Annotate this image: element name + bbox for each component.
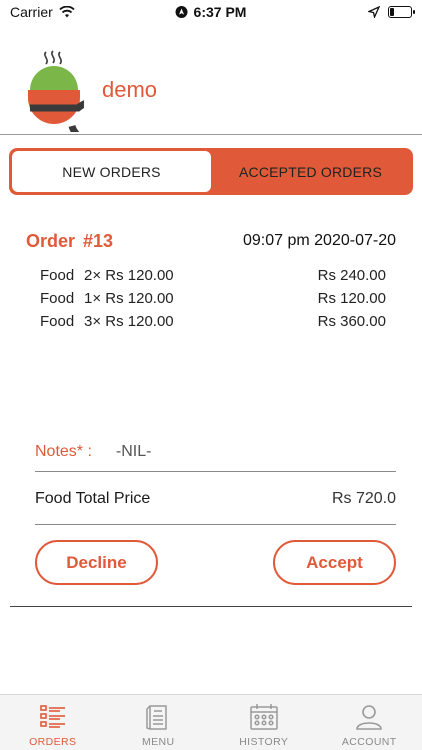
battery-fill	[390, 8, 395, 16]
notes-divider	[35, 471, 396, 472]
user-account-icon	[356, 705, 383, 730]
status-bar: Carrier 6:37 PM	[0, 0, 422, 24]
carrier-label: Carrier	[10, 4, 53, 20]
status-left: Carrier	[10, 4, 75, 20]
total-row: Food Total Price Rs 720.0	[35, 490, 396, 508]
notes-value: -NIL-	[115, 443, 152, 460]
order-number: #13	[83, 231, 114, 251]
battery-icon	[388, 6, 415, 18]
total-divider	[35, 524, 396, 525]
brand-name: demo	[102, 77, 158, 102]
calendar-history-icon	[250, 704, 278, 730]
item-name: Food	[40, 290, 75, 307]
tab-label: HISTORY	[239, 736, 289, 748]
orders-segmented-control: NEW ORDERS ACCEPTED ORDERS	[9, 148, 413, 195]
item-total: Rs 360.00	[317, 313, 386, 330]
item-qty-price: 2× Rs 120.00	[84, 267, 174, 284]
lock-rotation-icon	[175, 6, 188, 18]
location-arrow-icon	[368, 6, 380, 18]
order-datetime: 09:07 pm 2020-07-20	[243, 232, 396, 249]
tab-label: ORDERS	[29, 736, 77, 748]
orders-list-icon	[39, 705, 65, 728]
menu-card-icon	[146, 705, 167, 730]
clock-time: 6:37 PM	[193, 4, 247, 20]
notes-row: Notes* : -NIL-	[35, 443, 151, 461]
order-item-row: Food 2× Rs 120.00 Rs 240.00	[40, 264, 386, 287]
notes-label: Notes* :	[35, 443, 92, 460]
item-qty-price: 1× Rs 120.00	[84, 290, 174, 307]
item-name: Food	[40, 313, 75, 330]
item-qty-price: 3× Rs 120.00	[84, 313, 174, 330]
tab-new-orders[interactable]: NEW ORDERS	[12, 151, 211, 192]
total-value: Rs 720.0	[331, 490, 396, 507]
order-item-row: Food 1× Rs 120.00 Rs 120.00	[40, 287, 386, 310]
food-cloche-e-logo-icon	[28, 50, 84, 132]
header-divider	[0, 134, 422, 135]
accept-button[interactable]: Accept	[273, 540, 396, 585]
status-center: 6:37 PM	[175, 4, 247, 20]
order-item-row: Food 3× Rs 120.00 Rs 360.00	[40, 310, 386, 333]
item-name: Food	[40, 267, 75, 284]
order-end-divider	[10, 606, 412, 607]
item-total: Rs 120.00	[317, 290, 386, 307]
header: demo	[0, 44, 422, 134]
tab-menu[interactable]: MENU	[106, 695, 212, 750]
status-right	[368, 6, 415, 18]
tab-accepted-orders[interactable]: ACCEPTED ORDERS	[211, 151, 410, 192]
order-items-list: Food 2× Rs 120.00 Rs 240.00 Food 1× Rs 1…	[40, 264, 386, 333]
tab-orders[interactable]: ORDERS	[0, 695, 106, 750]
wifi-icon	[59, 6, 75, 18]
decline-button[interactable]: Decline	[35, 540, 158, 585]
total-label: Food Total Price	[35, 490, 151, 507]
item-total: Rs 240.00	[317, 267, 386, 284]
order-title: Order #13	[26, 231, 113, 252]
order-label: Order	[26, 231, 76, 251]
tab-account[interactable]: ACCOUNT	[317, 695, 422, 750]
screen: Carrier 6:37 PM demo NEW ORDERS ACCEPTED…	[0, 0, 422, 750]
tab-label: ACCOUNT	[341, 736, 397, 748]
tab-label: MENU	[141, 736, 175, 748]
bottom-tab-bar: ORDERS MENU HISTORY ACCOUNT	[0, 694, 422, 750]
tab-history[interactable]: HISTORY	[211, 695, 317, 750]
